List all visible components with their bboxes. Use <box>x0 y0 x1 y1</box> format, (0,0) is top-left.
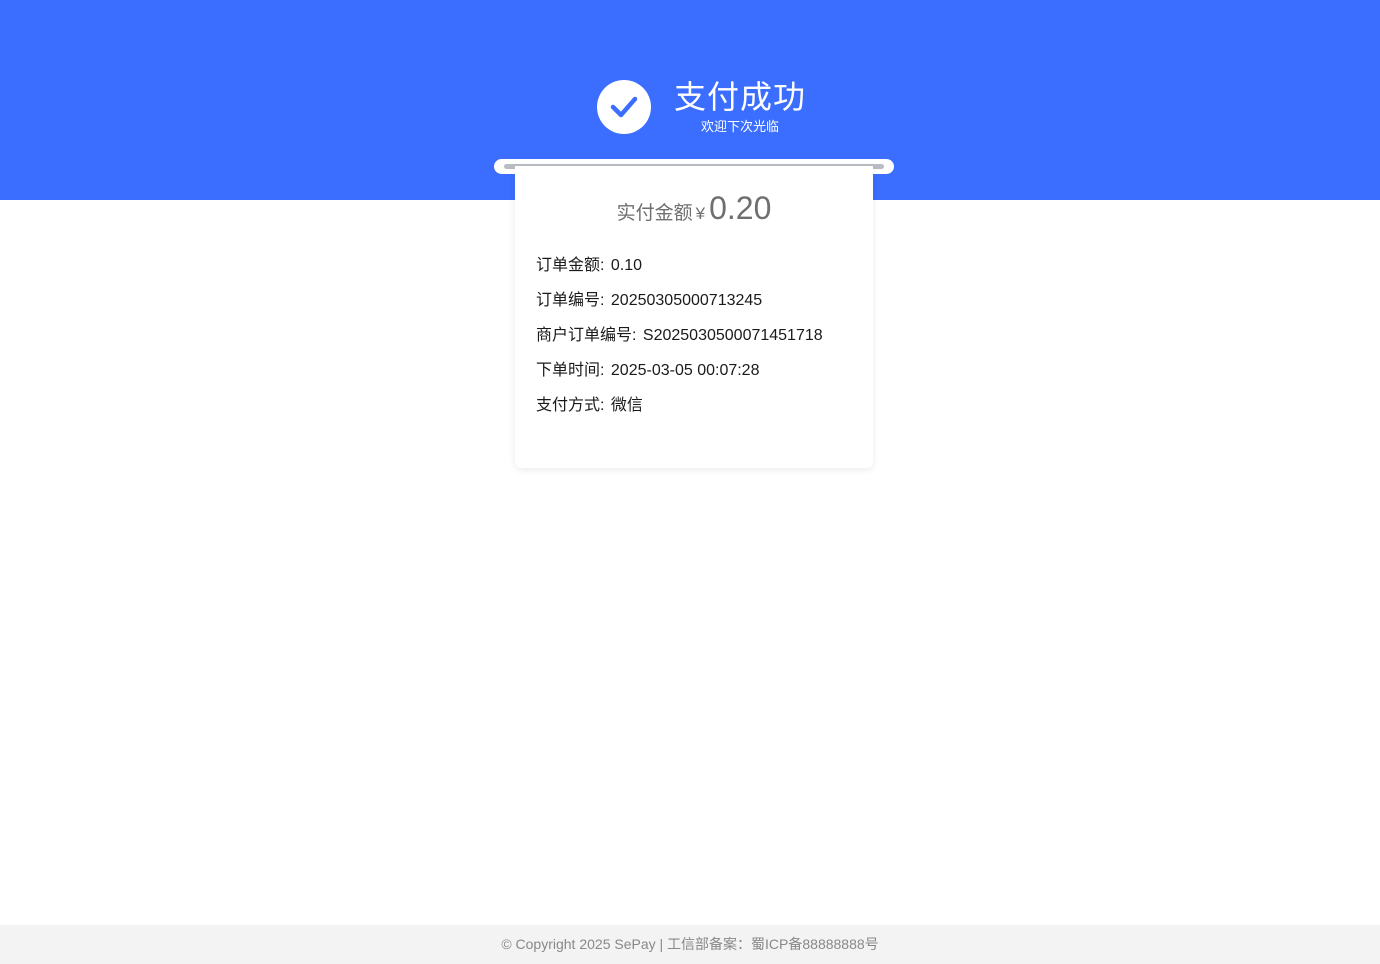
order-time-label: 下单时间: <box>536 362 605 379</box>
payment-method-label: 支付方式: <box>536 397 605 414</box>
status-title: 支付成功 <box>674 79 807 115</box>
order-number-row: 订单编号: 20250305000713245 <box>536 289 823 324</box>
merchant-order-number-label: 商户订单编号: <box>536 327 637 344</box>
payment-status: 支付成功 欢迎下次光临 <box>597 78 806 135</box>
order-time-row: 下单时间: 2025-03-05 00:07:28 <box>536 359 823 394</box>
merchant-order-number-row: 商户订单编号: S2025030500071451718 <box>536 324 823 359</box>
status-subtitle: 欢迎下次光临 <box>701 119 780 134</box>
order-time-value: 2025-03-05 00:07:28 <box>610 362 760 379</box>
order-number-label: 订单编号: <box>536 292 605 309</box>
check-icon <box>597 79 651 134</box>
order-amount-value: 0.10 <box>610 257 643 274</box>
status-text: 支付成功 欢迎下次光临 <box>674 78 806 135</box>
paid-amount-line: 实付金额 ¥0.20 <box>515 190 873 227</box>
paid-amount: 0.20 <box>709 190 772 226</box>
merchant-order-number-value: S2025030500071451718 <box>642 327 823 344</box>
paid-label: 实付金额 <box>616 203 693 224</box>
payment-success-page: 支付成功 欢迎下次光临 实付金额 ¥0.20 订单金额: 0.10 订单编号: 2… <box>0 0 1380 964</box>
currency-symbol: ¥ <box>695 204 706 223</box>
order-amount-label: 订单金额: <box>536 257 605 274</box>
footer-copyright: © Copyright 2025 SePay | 工信部备案：蜀ICP备8888… <box>0 925 1380 964</box>
receipt-card: 实付金额 ¥0.20 订单金额: 0.10 订单编号: 2025030500071… <box>515 166 873 468</box>
payment-method-value: 微信 <box>610 397 643 414</box>
payment-method-row: 支付方式: 微信 <box>536 394 823 429</box>
order-amount-row: 订单金额: 0.10 <box>536 254 823 289</box>
order-details: 订单金额: 0.10 订单编号: 20250305000713245 商户订单编… <box>536 254 823 429</box>
order-number-value: 20250305000713245 <box>610 292 763 309</box>
